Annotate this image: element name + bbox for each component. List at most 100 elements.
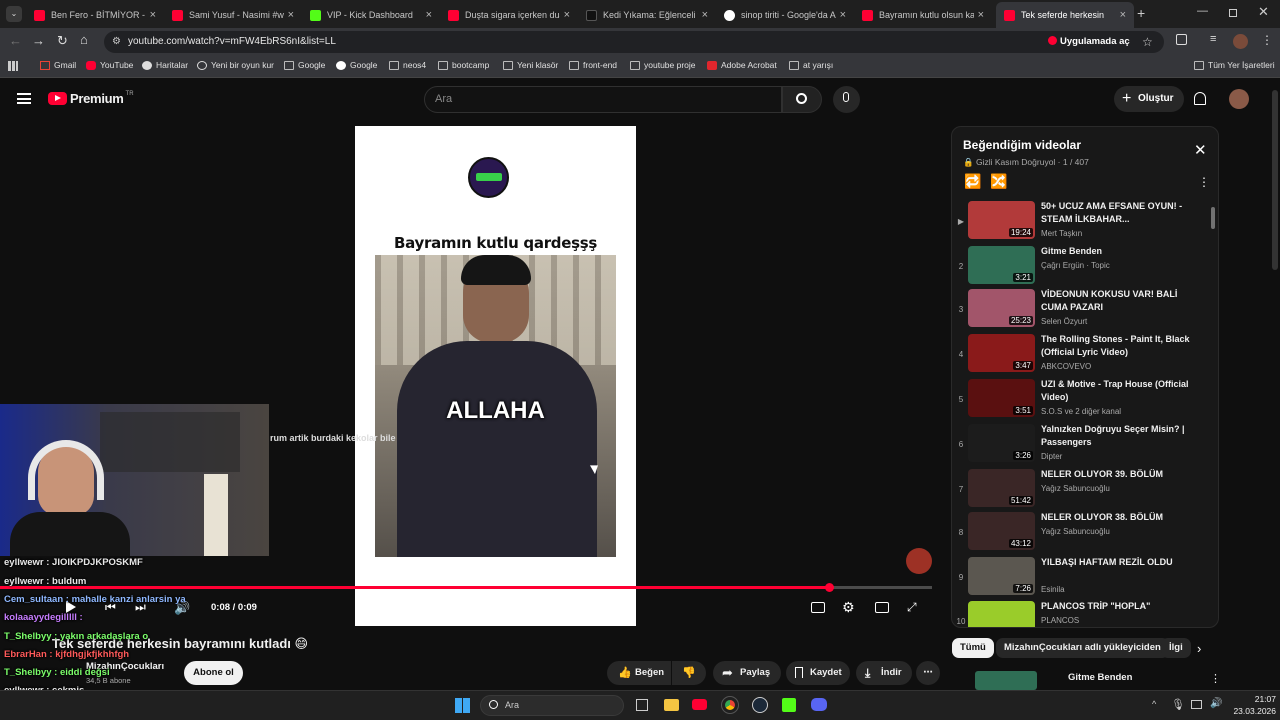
playlist-item-title[interactable]: NELER OLUYOR 39. BÖLÜM xyxy=(1041,468,1191,481)
tab-search-button[interactable]: ⌄ xyxy=(6,6,22,22)
playlist-item-thumbnail[interactable]: 25:23 xyxy=(968,289,1035,327)
open-in-app-button[interactable]: Uygulamada aç xyxy=(1048,31,1130,53)
file-explorer-icon[interactable] xyxy=(664,699,679,711)
playlist-item-title[interactable]: NELER OLUYOR 38. BÖLÜM xyxy=(1041,511,1191,524)
task-view-icon[interactable] xyxy=(636,699,648,711)
bookmark-adobe[interactable]: Adobe Acrobat xyxy=(707,60,777,70)
bookmark-gmail[interactable]: Gmail xyxy=(40,60,76,70)
home-icon[interactable]: ⌂ xyxy=(80,32,88,47)
playlist-item[interactable]: 5 3:51 UZI & Motive - Trap House (Official… xyxy=(952,377,1212,419)
reload-icon[interactable]: ↻ xyxy=(57,33,68,49)
account-avatar[interactable] xyxy=(1229,89,1249,109)
close-tab-icon[interactable]: × xyxy=(288,9,294,21)
clock-time[interactable]: 21:07 xyxy=(1240,694,1276,704)
close-window-icon[interactable]: ✕ xyxy=(1258,4,1269,20)
playlist-item-thumbnail[interactable]: 3:47 xyxy=(968,334,1035,372)
playlist-item-title[interactable]: VİDEONUN KOKUSU VAR! BALİ CUMA PAZARI xyxy=(1041,288,1191,314)
playlist-item[interactable]: 6 3:26 Yalnızken Doğruyu Seçer Misin? | Pa… xyxy=(952,422,1212,464)
fullscreen-icon[interactable]: ⤢ xyxy=(907,600,917,615)
miniplayer-icon[interactable] xyxy=(875,602,889,613)
playlist-scrollbar[interactable] xyxy=(1211,207,1215,229)
playlist-item[interactable]: 10 PLANCOS TRİP "HOPLA" PLANCOS xyxy=(952,599,1212,627)
bookmark-folder[interactable]: at yarışı xyxy=(789,60,833,70)
kick-app-icon[interactable] xyxy=(782,698,796,712)
next-video-menu-icon[interactable]: ⋮ xyxy=(1210,672,1221,685)
network-icon[interactable] xyxy=(1191,700,1202,709)
share-button[interactable]: ➦ Paylaş xyxy=(713,661,781,685)
chips-next-icon[interactable]: › xyxy=(1197,641,1201,656)
bookmark-folder[interactable]: youtube proje xyxy=(630,60,696,70)
playlist-item-thumbnail[interactable]: 51:42 xyxy=(968,469,1035,507)
playlist-item-thumbnail[interactable]: 43:12 xyxy=(968,512,1035,550)
playlist-item[interactable]: 7 51:42 NELER OLUYOR 39. BÖLÜM Yağız Sabunc… xyxy=(952,467,1212,509)
restore-icon[interactable] xyxy=(1229,9,1237,17)
browser-tab[interactable]: VIP - Kick Dashboard × xyxy=(302,2,440,28)
notifications-bell-icon[interactable] xyxy=(1194,92,1206,105)
steam-icon[interactable] xyxy=(752,697,768,713)
playlist-item-title[interactable]: Yalnızken Doğruyu Seçer Misin? | Passeng… xyxy=(1041,423,1191,449)
browser-tab-active[interactable]: Tek seferde herkesin × xyxy=(996,2,1134,28)
media-controls-icon[interactable]: ≡ xyxy=(1210,33,1216,45)
next-video-title[interactable]: Gitme Benden xyxy=(1068,672,1132,683)
playlist-menu-icon[interactable]: ⋮ xyxy=(1198,175,1210,189)
playlist-title[interactable]: Beğendiğim videolar xyxy=(963,138,1081,152)
playlist-item-title[interactable]: PLANCOS TRİP "HOPLA" xyxy=(1041,600,1191,613)
bookmark-folder[interactable]: Google xyxy=(284,60,325,70)
minimize-icon[interactable]: — xyxy=(1197,5,1208,17)
close-tab-icon[interactable]: × xyxy=(150,9,156,21)
close-tab-icon[interactable]: × xyxy=(1120,9,1126,21)
all-bookmarks[interactable]: Tüm Yer İşaretleri xyxy=(1194,60,1275,70)
bookmark-google[interactable]: Google xyxy=(336,60,377,70)
close-tab-icon[interactable]: × xyxy=(564,9,570,21)
browser-tab[interactable]: Kedi Yıkama: Eğlenceli ve × xyxy=(578,2,716,28)
video-player[interactable]: Bayramın kutlu qardeşşş ALLAHA xyxy=(355,126,636,626)
back-icon[interactable]: ← xyxy=(9,33,22,48)
save-button[interactable]: Kaydet xyxy=(786,661,850,685)
settings-gear-icon[interactable]: ⚙ xyxy=(842,599,855,616)
close-tab-icon[interactable]: × xyxy=(978,9,984,21)
chrome-icon[interactable] xyxy=(721,696,739,714)
subtitles-icon[interactable] xyxy=(811,602,825,613)
page-scrollbar[interactable] xyxy=(1272,90,1278,270)
taskbar-search[interactable]: Ara xyxy=(480,695,624,716)
profile-avatar[interactable] xyxy=(1233,34,1248,49)
playlist-item-thumbnail[interactable]: 3:26 xyxy=(968,424,1035,462)
playlist-item-title[interactable]: 50+ UCUZ AMA EFSANE OYUN! - STEAM İLKBAH… xyxy=(1041,200,1191,226)
playlist-item[interactable]: 3 25:23 VİDEONUN KOKUSU VAR! BALİ CUMA PAZ… xyxy=(952,287,1212,329)
bookmark-game[interactable]: Yeni bir oyun kur xyxy=(197,60,274,70)
subscribe-button[interactable]: Abone ol xyxy=(184,661,243,685)
bookmark-folder[interactable]: neos4 xyxy=(389,60,426,70)
apps-grid-icon[interactable] xyxy=(8,61,18,71)
search-input[interactable]: Ara xyxy=(424,86,782,113)
bookmark-folder[interactable]: Yeni klasör xyxy=(503,60,558,70)
forward-icon[interactable]: → xyxy=(32,33,45,48)
chip-all[interactable]: Tümü xyxy=(952,638,994,658)
progress-track[interactable] xyxy=(0,583,932,592)
discord-icon[interactable] xyxy=(811,698,827,711)
playlist-item-title[interactable]: The Rolling Stones - Paint It, Black (Of… xyxy=(1041,333,1191,359)
like-button[interactable]: 👍 Beğen xyxy=(607,661,671,685)
bookmark-folder[interactable]: front-end xyxy=(569,60,617,70)
bookmark-youtube[interactable]: YouTube xyxy=(86,60,133,70)
shuffle-icon[interactable]: 🔀 xyxy=(990,173,1007,190)
bookmark-star-icon[interactable]: ☆ xyxy=(1142,31,1153,53)
channel-branding-icon[interactable] xyxy=(906,548,932,574)
playlist-item-title[interactable]: UZI & Motive - Trap House (Official Vide… xyxy=(1041,378,1191,404)
playlist-item[interactable]: 8 43:12 NELER OLUYOR 38. BÖLÜM Yağız Sabunc… xyxy=(952,510,1212,552)
youtube-app-icon[interactable] xyxy=(692,699,707,710)
playlist-item-title[interactable]: Gitme Benden xyxy=(1041,245,1191,258)
browser-tab[interactable]: sinop tiriti - Google'da A × xyxy=(716,2,854,28)
create-button[interactable]: + Oluştur xyxy=(1114,86,1184,112)
windows-start-icon[interactable] xyxy=(455,698,470,713)
download-button[interactable]: ⤓ İndir xyxy=(856,661,912,685)
volume-tray-icon[interactable]: 🔊 xyxy=(1210,698,1222,709)
close-tab-icon[interactable]: × xyxy=(702,9,708,21)
address-bar[interactable]: ⚙ youtube.com/watch?v=mFW4EbRS6nI&list=L… xyxy=(104,31,1164,53)
chip-related[interactable]: İlgi xyxy=(1161,638,1191,658)
tray-chevron-icon[interactable]: ^ xyxy=(1152,699,1156,709)
playlist-item[interactable]: ▶ 19:24 50+ UCUZ AMA EFSANE OYUN! - STEAM … xyxy=(952,199,1212,241)
dislike-button[interactable]: 👎 xyxy=(672,661,706,685)
next-video-thumb[interactable] xyxy=(975,671,1037,690)
playlist-item[interactable]: 9 7:26 YILBAŞI HAFTAM REZİL OLDU Esinila xyxy=(952,555,1212,597)
loop-icon[interactable]: 🔁 xyxy=(964,173,981,190)
